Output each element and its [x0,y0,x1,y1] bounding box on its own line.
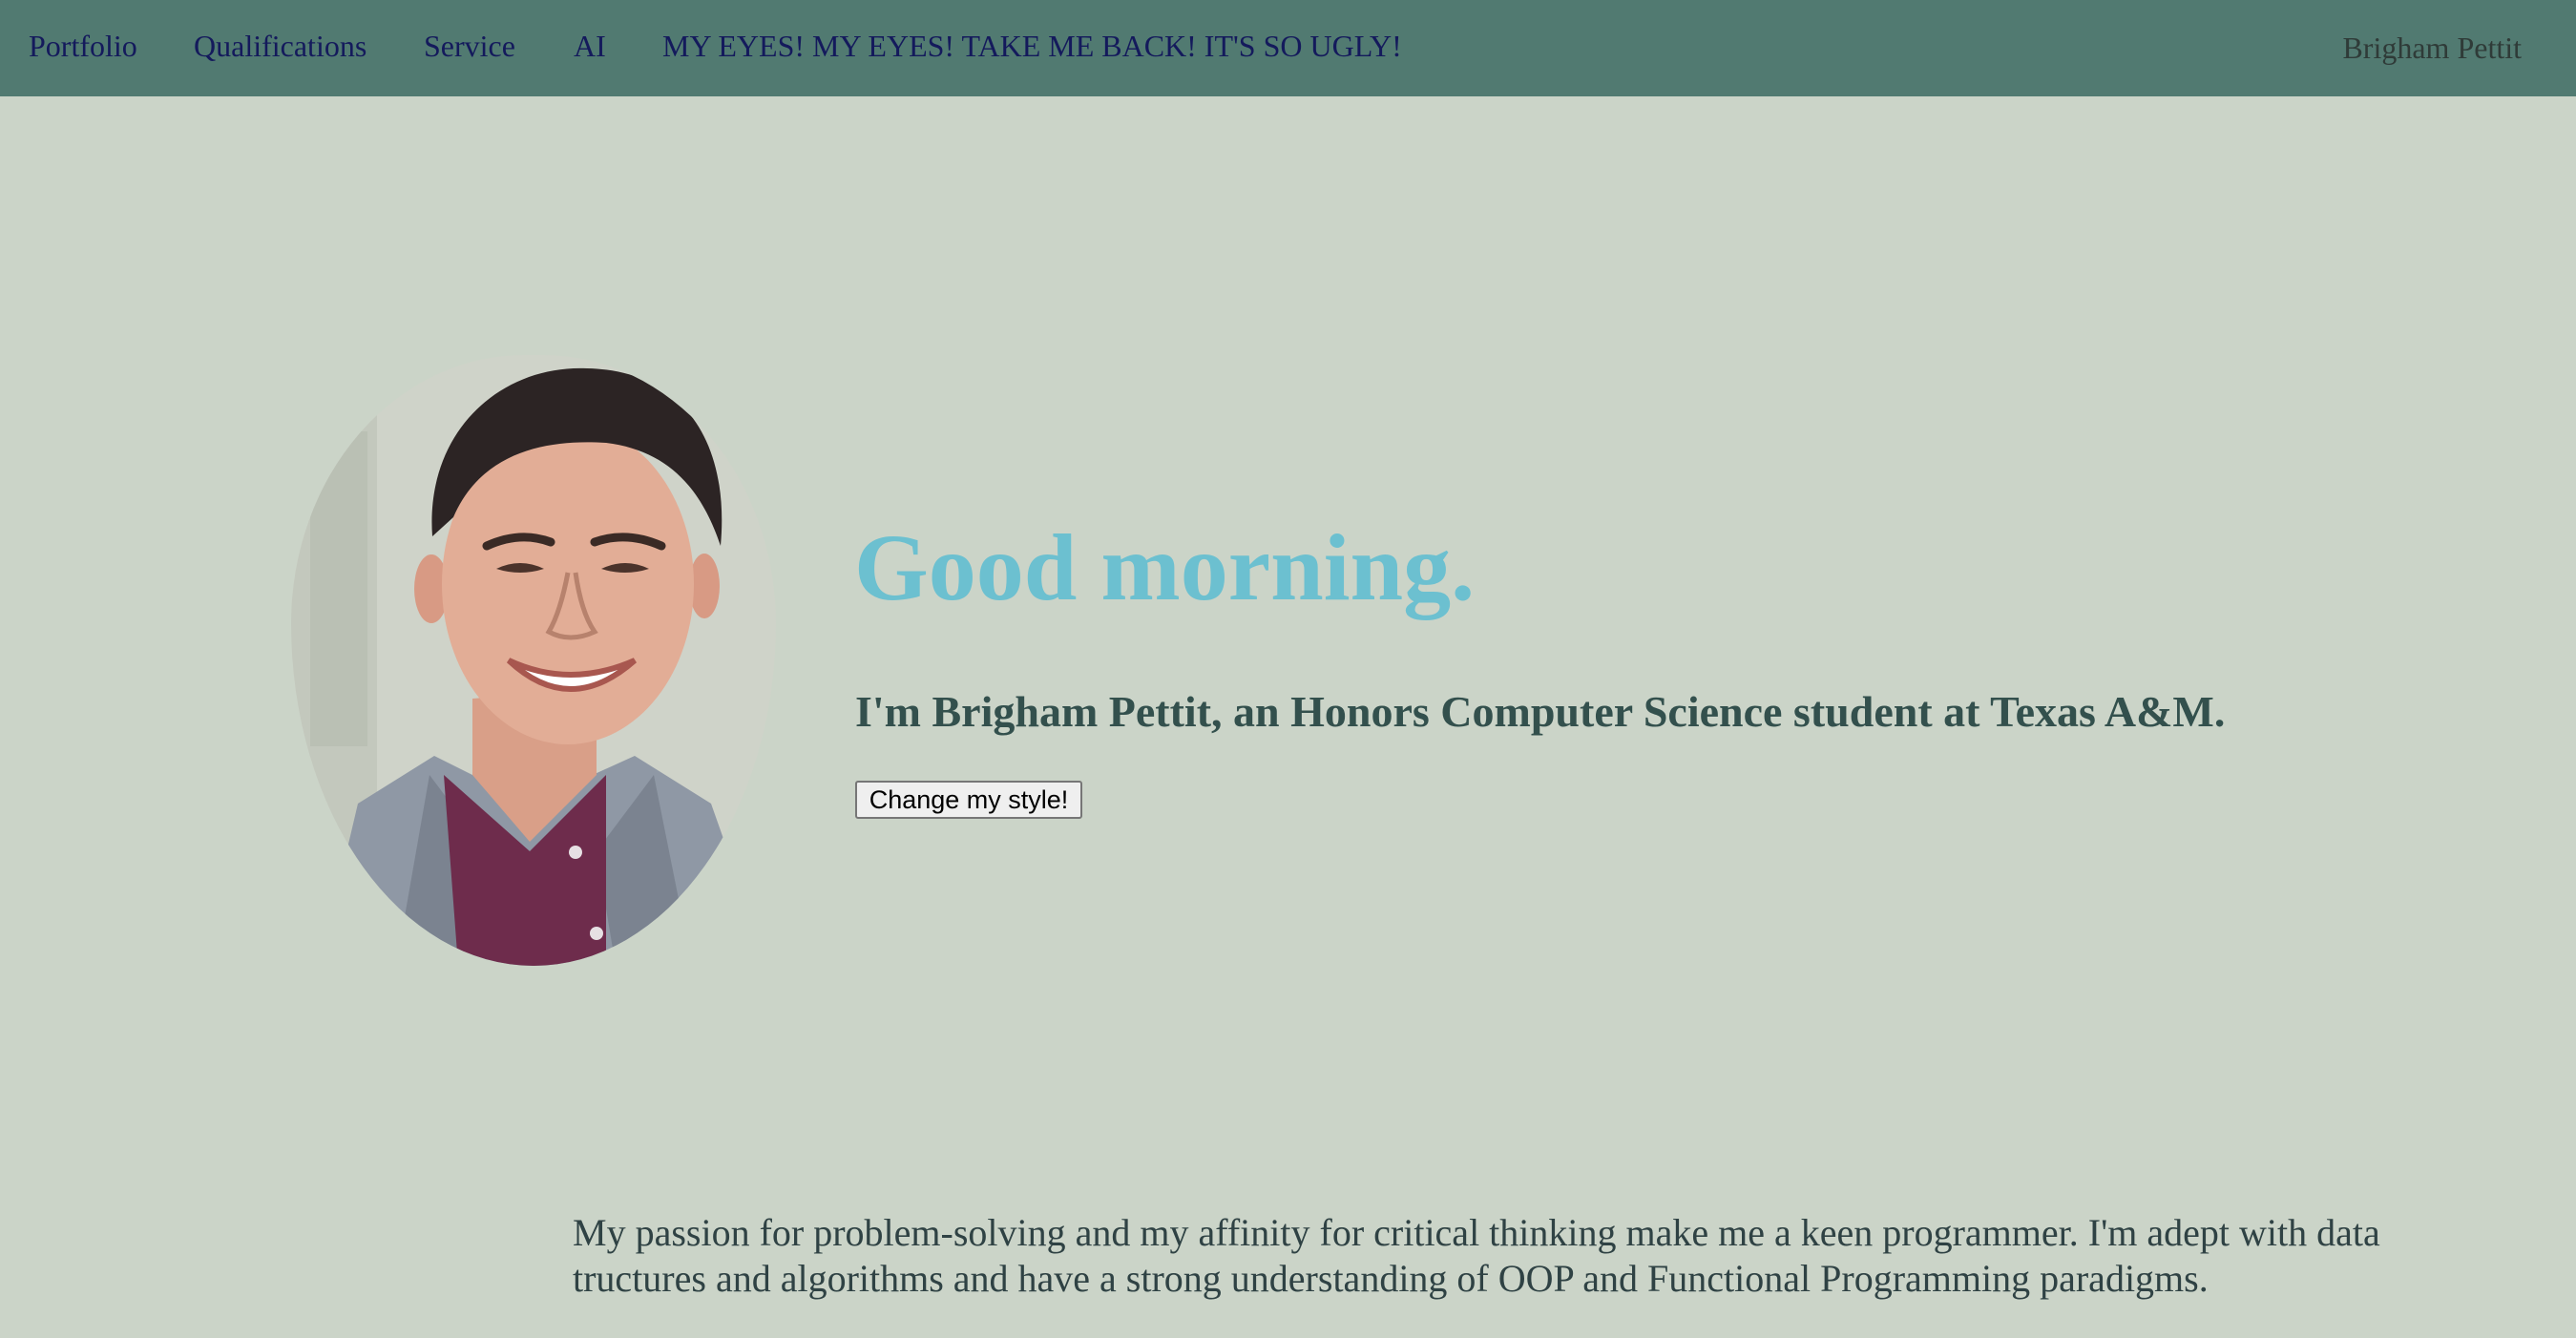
nav-link-qualifications[interactable]: Qualifications [194,27,367,65]
nav-link-style-revert[interactable]: MY EYES! MY EYES! TAKE ME BACK! IT'S SO … [662,27,1402,65]
profile-photo [291,355,776,966]
nav-link-service[interactable]: Service [424,27,515,65]
nav-link-portfolio[interactable]: Portfolio [29,27,137,65]
nav-link-ai[interactable]: AI [574,27,606,65]
profile-photo-illustration [291,355,776,966]
greeting-heading: Good morning. [854,514,1476,620]
about-paragraph: My passion for problem-solving and my af… [573,1211,2380,1300]
change-style-button[interactable]: Change my style! [855,781,1082,819]
top-navbar: Portfolio Qualifications Service AI MY E… [0,0,2576,96]
brand-name: Brigham Pettit [2342,31,2522,65]
intro-heading: I'm Brigham Pettit, an Honors Computer S… [855,687,2226,736]
